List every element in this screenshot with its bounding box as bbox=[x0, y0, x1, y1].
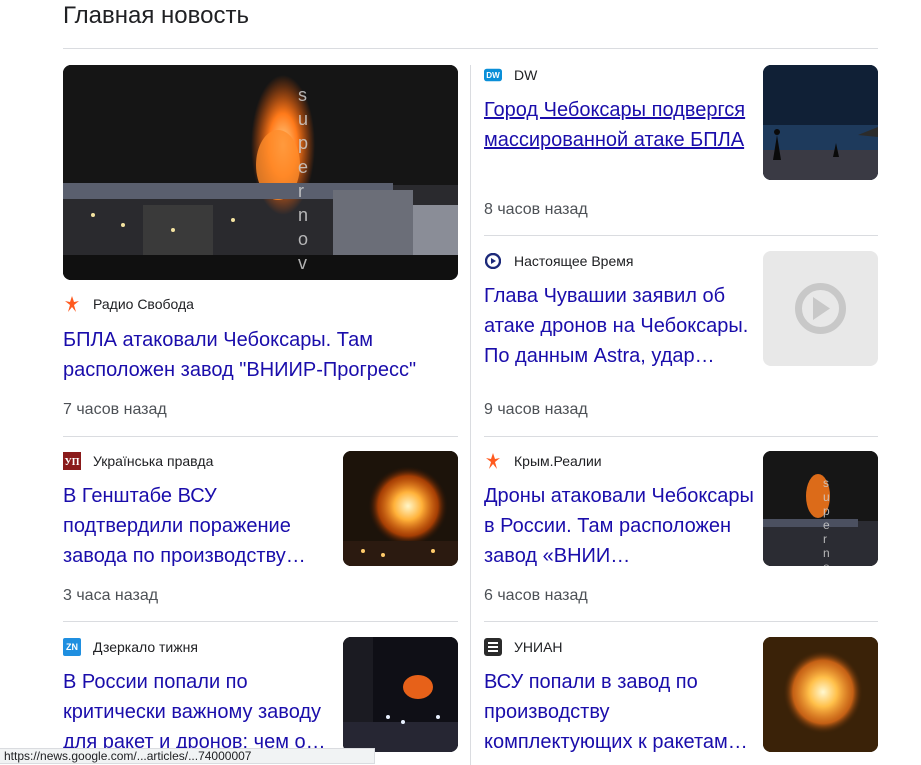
source-row: Радио Свобода bbox=[63, 294, 463, 314]
row-divider bbox=[63, 436, 458, 437]
row-divider bbox=[484, 436, 878, 437]
source-name: Крым.Реалии bbox=[514, 453, 602, 469]
article-time: 3 часа назад bbox=[63, 587, 159, 604]
article-headline-link[interactable]: В Генштабе ВСУ подтвердили поражение зав… bbox=[63, 481, 328, 571]
featured-article[interactable]: Радио Свобода БПЛА атаковали Чебоксары. … bbox=[63, 294, 463, 385]
article-thumbnail[interactable] bbox=[343, 451, 458, 566]
source-row: Крым.Реалии bbox=[484, 451, 754, 471]
article-thumbnail[interactable] bbox=[763, 65, 878, 180]
article-headline-link[interactable]: ВСУ попали в завод по производству компл… bbox=[484, 667, 754, 757]
featured-image[interactable]: supernov bbox=[63, 65, 458, 280]
article-headline-link[interactable]: Дроны атаковали Чебоксары в России. Там … bbox=[484, 481, 754, 571]
source-row: ZN Дзеркало тижня bbox=[63, 637, 333, 657]
article-time: 6 часов назад bbox=[484, 587, 588, 604]
article-thumbnail-placeholder[interactable] bbox=[763, 251, 878, 366]
article-dw[interactable]: DW DW Город Чебоксары подвергся массиров… bbox=[484, 65, 754, 155]
image-watermark: supernov bbox=[298, 85, 309, 273]
article-thumbnail[interactable]: supernov bbox=[763, 451, 878, 566]
column-divider bbox=[470, 65, 471, 765]
article-ukrainska-pravda[interactable]: УП Українська правда В Генштабе ВСУ подт… bbox=[63, 451, 328, 571]
article-time: 8 часов назад bbox=[484, 201, 588, 218]
unian-icon bbox=[484, 638, 502, 656]
image-watermark: supernov bbox=[823, 476, 830, 566]
article-headline-link[interactable]: В России попали по критически важному за… bbox=[63, 667, 333, 757]
source-name: Настоящее Время bbox=[514, 253, 634, 269]
article-time: 7 часов назад bbox=[63, 401, 167, 418]
article-unian[interactable]: УНИАН ВСУ попали в завод по производству… bbox=[484, 637, 754, 757]
placeholder-logo-icon bbox=[795, 283, 846, 334]
article-zn[interactable]: ZN Дзеркало тижня В России попали по кри… bbox=[63, 637, 333, 757]
row-divider bbox=[484, 235, 878, 236]
row-divider bbox=[484, 621, 878, 622]
source-row: Настоящее Время bbox=[484, 251, 754, 271]
svg-text:DW: DW bbox=[486, 71, 500, 80]
source-row: УП Українська правда bbox=[63, 451, 328, 471]
source-name: DW bbox=[514, 67, 538, 83]
source-name: УНИАН bbox=[514, 639, 563, 655]
article-current-time[interactable]: Настоящее Время Глава Чувашии заявил об … bbox=[484, 251, 754, 371]
article-thumbnail[interactable] bbox=[763, 637, 878, 752]
article-thumbnail[interactable] bbox=[343, 637, 458, 752]
zn-icon-text: ZN bbox=[66, 642, 78, 652]
svg-text:УП: УП bbox=[64, 457, 79, 468]
zn-icon: ZN bbox=[63, 638, 81, 656]
section-title: Главная новость bbox=[63, 2, 249, 29]
current-time-icon bbox=[484, 252, 502, 270]
ukrainska-pravda-icon: УП bbox=[63, 452, 81, 470]
article-time: 9 часов назад bbox=[484, 401, 588, 418]
radio-svoboda-icon bbox=[63, 295, 81, 313]
section-divider bbox=[63, 48, 878, 49]
featured-headline-link[interactable]: БПЛА атаковали Чебоксары. Там расположен… bbox=[63, 325, 443, 385]
source-name: Українська правда bbox=[93, 453, 214, 469]
krym-realii-icon bbox=[484, 452, 502, 470]
row-divider bbox=[63, 621, 458, 622]
source-name: Дзеркало тижня bbox=[93, 639, 198, 655]
status-bar-url: https://news.google.com/...articles/...7… bbox=[0, 748, 375, 764]
article-headline-link[interactable]: Глава Чувашии заявил об атаке дронов на … bbox=[484, 281, 754, 371]
article-krym-realii[interactable]: Крым.Реалии Дроны атаковали Чебоксары в … bbox=[484, 451, 754, 571]
article-headline-link[interactable]: Город Чебоксары подвергся массированной … bbox=[484, 95, 754, 155]
dw-icon: DW bbox=[484, 66, 502, 84]
source-row: УНИАН bbox=[484, 637, 754, 657]
source-name: Радио Свобода bbox=[93, 296, 194, 312]
source-row: DW DW bbox=[484, 65, 754, 85]
